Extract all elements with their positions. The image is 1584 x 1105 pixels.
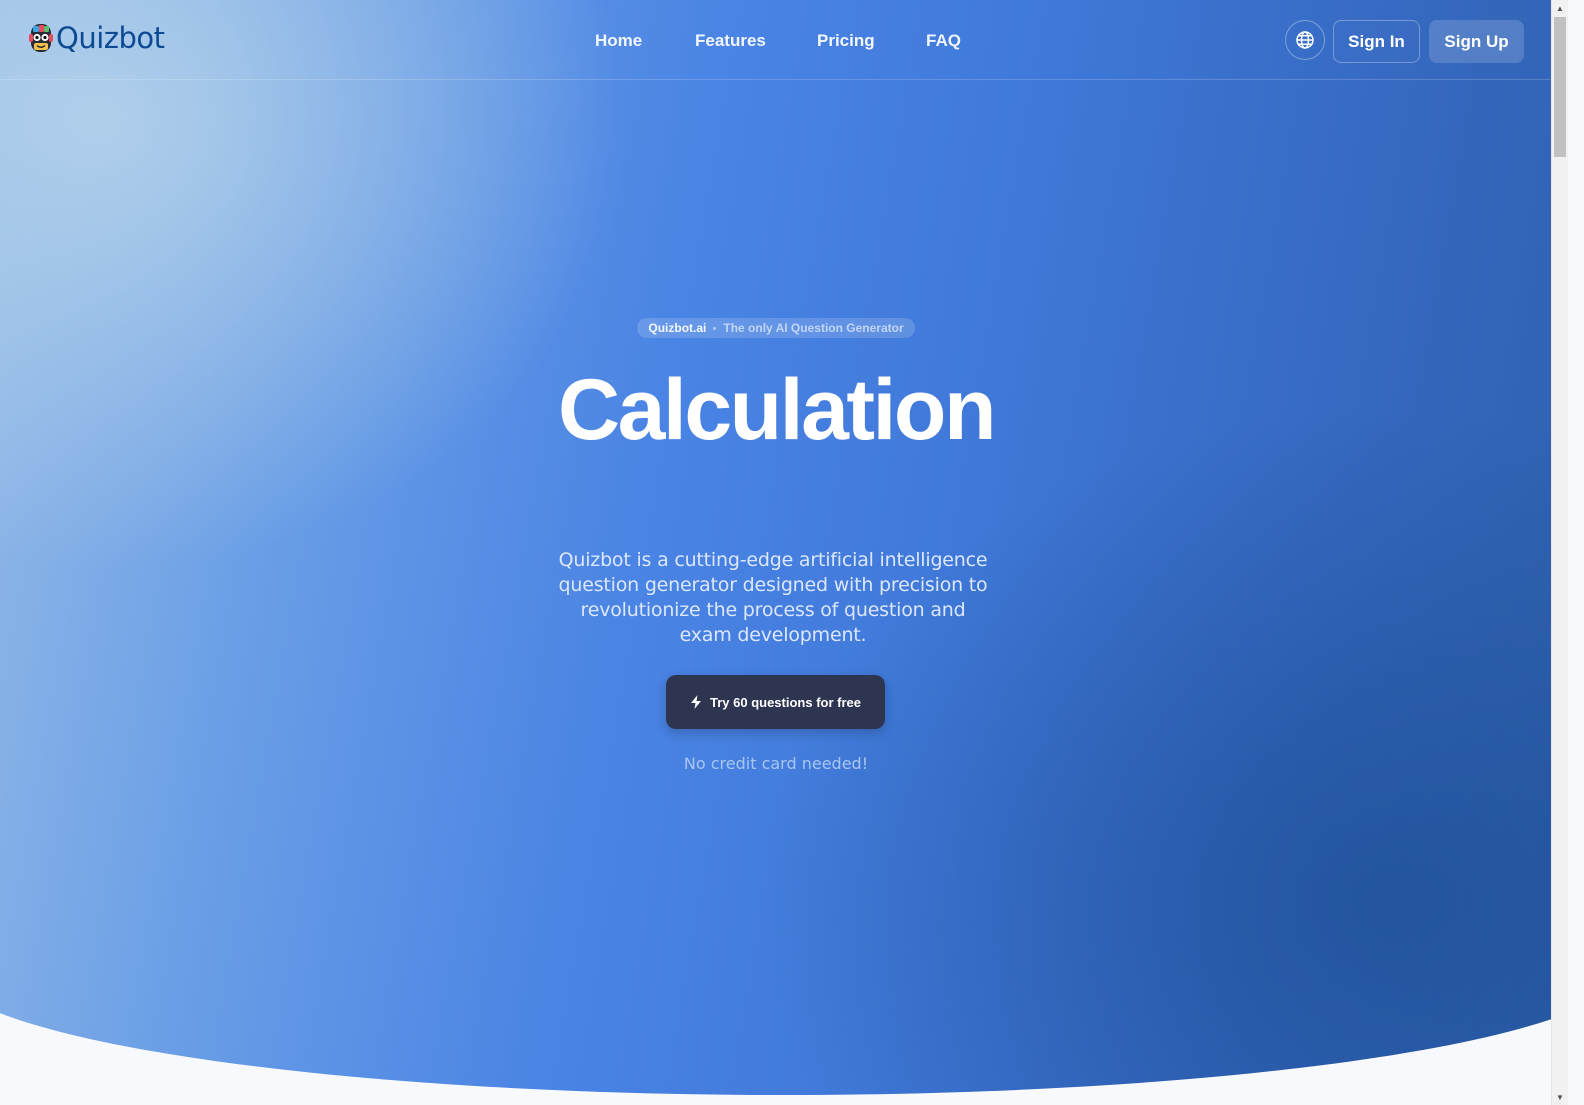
try-free-button[interactable]: Try 60 questions for free [666,675,885,729]
hero-headline: Calculation [557,362,997,458]
logo-text: Quizbot [56,21,165,55]
sign-up-button[interactable]: Sign Up [1429,20,1524,63]
hero-badge: Quizbot.ai The only AI Question Generato… [637,318,915,338]
badge-separator-dot [713,326,717,330]
badge-brand: Quizbot.ai [648,321,707,335]
hero-description: Quizbot is a cutting-edge artificial int… [558,549,988,646]
scrollbar-thumb[interactable] [1554,17,1566,157]
bolt-icon [691,695,701,709]
sign-in-button[interactable]: Sign In [1333,20,1420,63]
top-navigation: Quizbot Home Features Pricing FAQ Sign I… [0,0,1568,80]
badge-tagline: The only AI Question Generator [723,321,904,335]
scroll-up-arrow-icon[interactable]: ▲ [1552,0,1568,16]
logo-link[interactable]: Quizbot [28,22,165,54]
page-scrollbar[interactable]: ▲ ▼ [1551,0,1568,1105]
try-free-label: Try 60 questions for free [710,694,861,710]
nav-link-pricing[interactable]: Pricing [817,30,875,52]
nav-link-features[interactable]: Features [695,30,766,52]
robot-logo-icon [29,24,53,52]
nav-link-home[interactable]: Home [595,30,642,52]
scroll-down-arrow-icon[interactable]: ▼ [1552,1089,1568,1105]
nav-link-faq[interactable]: FAQ [926,30,961,52]
language-button[interactable] [1285,20,1325,60]
page: Quizbot Home Features Pricing FAQ Sign I… [0,0,1568,1105]
globe-icon [1296,31,1314,49]
no-credit-card-note: No credit card needed! [683,754,869,773]
